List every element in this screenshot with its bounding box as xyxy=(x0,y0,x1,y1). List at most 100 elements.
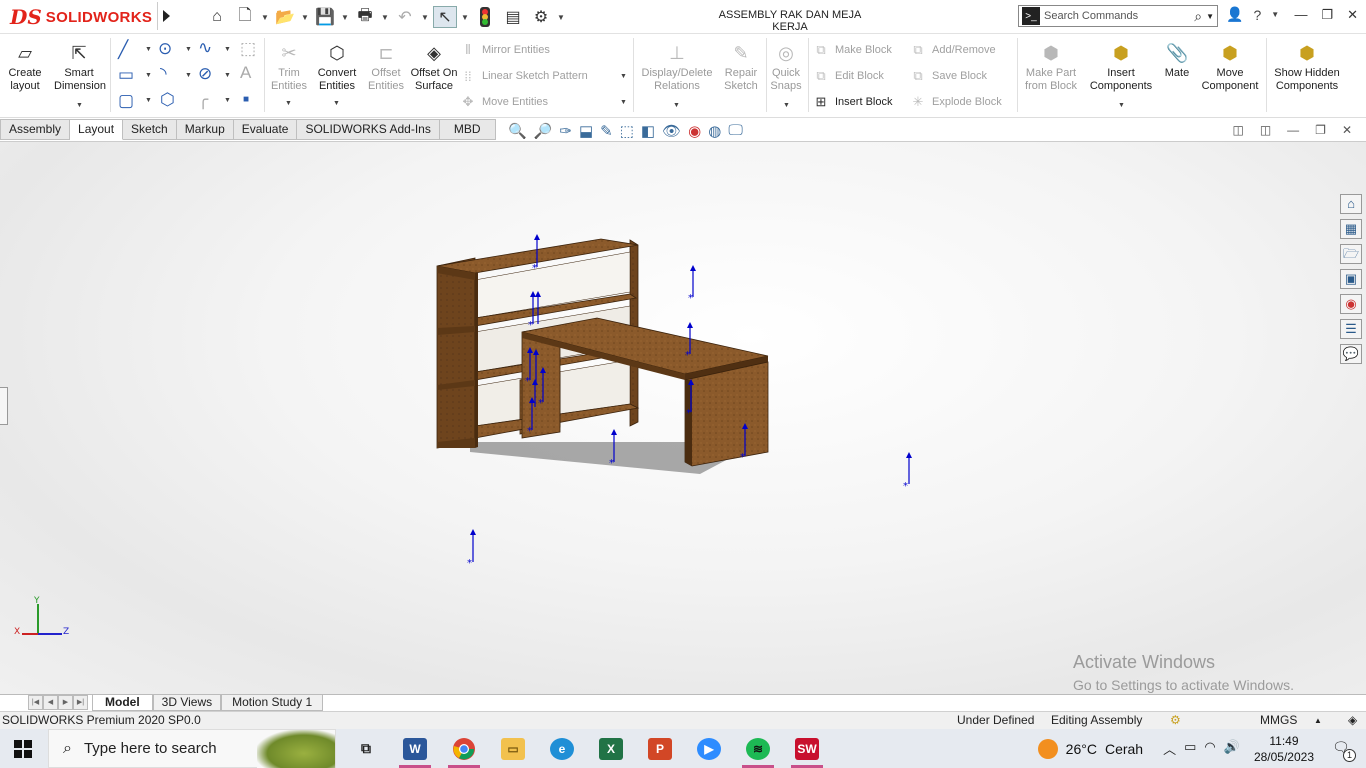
options-gear-icon[interactable]: ⚙ xyxy=(529,6,553,28)
print-icon[interactable]: 🖶 xyxy=(353,6,377,28)
quick-snaps-button[interactable]: ◎ Quick Snaps xyxy=(761,42,811,93)
chevron-down-icon[interactable]: ▼ xyxy=(145,72,152,79)
insert-components-button[interactable]: ⬢ Insert Components xyxy=(1086,42,1156,93)
zoom-app-icon[interactable]: ▶ xyxy=(689,733,729,764)
edit-block-button[interactable]: ⧉ Edit Block xyxy=(813,67,884,85)
weather-widget[interactable]: 26°C Cerah xyxy=(1037,738,1143,759)
chevron-down-icon[interactable]: ▼ xyxy=(145,97,152,104)
powerpoint-app-icon[interactable]: P xyxy=(640,733,680,764)
minimize-icon[interactable]: — xyxy=(1287,123,1299,137)
user-icon[interactable]: 👤 xyxy=(1226,6,1243,23)
line-icon[interactable]: ╱ xyxy=(118,40,128,60)
prev-tab-icon[interactable]: ◀ xyxy=(43,695,58,710)
apply-scene-icon[interactable]: ◍ xyxy=(708,122,721,140)
insert-block-button[interactable]: ⊞ Insert Block xyxy=(813,93,893,111)
chevron-down-icon[interactable]: ▼ xyxy=(185,46,192,53)
chevron-down-icon[interactable]: ▼ xyxy=(224,72,231,79)
rebuild-traffic-light-icon[interactable] xyxy=(473,6,497,28)
dynamic-annotation-icon[interactable]: ✎ xyxy=(600,122,613,140)
minimize-icon[interactable]: — xyxy=(1294,7,1307,23)
file-explorer-icon[interactable]: 🗁 xyxy=(1340,244,1362,264)
new-document-icon[interactable]: 🗋 xyxy=(233,6,257,28)
display-delete-relations-button[interactable]: ⊥ Display/Delete Relations xyxy=(638,42,716,93)
close-icon[interactable]: ✕ xyxy=(1342,123,1352,137)
linear-sketch-pattern-button[interactable]: ⁞⁞ Linear Sketch Pattern xyxy=(460,67,587,85)
forum-icon[interactable]: 💬 xyxy=(1340,344,1362,364)
task-view-icon[interactable]: ⧉ xyxy=(346,733,386,764)
chevron-down-icon[interactable]: ▼ xyxy=(1206,12,1214,21)
search-icon[interactable]: ⌕ xyxy=(1194,8,1202,25)
chevron-down-icon[interactable]: ▼ xyxy=(620,99,627,106)
circle-icon[interactable]: ⊙ xyxy=(158,39,172,59)
zoom-to-fit-icon[interactable]: 🔍 xyxy=(508,122,527,140)
first-tab-icon[interactable]: |◀ xyxy=(28,695,43,710)
ellipse-icon[interactable]: ⊘ xyxy=(198,64,212,84)
display-style-icon[interactable]: ◧ xyxy=(641,122,655,140)
view-settings-icon[interactable]: 🖵 xyxy=(728,122,742,140)
rebuild-status-icon[interactable]: ⚙ xyxy=(1170,713,1181,727)
chevron-up-icon[interactable]: ▲ xyxy=(1314,716,1322,725)
explode-block-button[interactable]: ✳ Explode Block xyxy=(910,93,1002,111)
mate-button[interactable]: 📎 Mate xyxy=(1152,42,1202,80)
system-clock[interactable]: 11:49 28/05/2023 xyxy=(1254,733,1314,765)
view-orientation-icon[interactable]: ⬚ xyxy=(620,122,634,140)
chevron-down-icon[interactable]: ▼ xyxy=(1118,102,1125,109)
chevron-down-icon[interactable]: ▼ xyxy=(185,72,192,79)
make-part-from-block-button[interactable]: ⬢ Make Part from Block xyxy=(1020,42,1082,93)
help-icon[interactable]: ? xyxy=(1253,7,1261,23)
chevron-down-icon[interactable]: ▼ xyxy=(620,73,627,80)
chrome-app-icon[interactable] xyxy=(444,733,484,768)
chevron-down-icon[interactable]: ▼ xyxy=(341,13,349,22)
repair-sketch-button[interactable]: ✎ Repair Sketch xyxy=(716,42,766,93)
chevron-up-icon[interactable]: ︿ xyxy=(1163,739,1176,758)
appearances-icon[interactable]: ◉ xyxy=(1340,294,1362,314)
move-entities-button[interactable]: ✥ Move Entities xyxy=(460,93,548,111)
save-block-button[interactable]: ⧉ Save Block xyxy=(910,67,987,85)
tab-evaluate[interactable]: Evaluate xyxy=(233,119,298,140)
trim-entities-button[interactable]: ✂ Trim Entities xyxy=(264,42,314,93)
wifi-icon[interactable]: ◠ xyxy=(1204,739,1215,758)
home-icon[interactable]: ⌂ xyxy=(205,6,229,28)
offset-entities-button[interactable]: ⊏ Offset Entities xyxy=(361,42,411,93)
chevron-down-icon[interactable]: ▼ xyxy=(381,13,389,22)
file-properties-icon[interactable]: ▤ xyxy=(501,6,525,28)
edit-appearance-icon[interactable]: ◉ xyxy=(688,122,701,140)
taskbar-search-box[interactable]: ⌕ Type here to search xyxy=(48,729,336,768)
tab-3d-views[interactable]: 3D Views xyxy=(152,695,222,711)
tab-solidworks-addins[interactable]: SOLIDWORKS Add-Ins xyxy=(297,119,440,140)
quick-tips-icon[interactable]: ◈ xyxy=(1348,713,1357,727)
tab-motion-study[interactable]: Motion Study 1 xyxy=(221,695,324,711)
chevron-down-icon[interactable]: ▼ xyxy=(145,46,152,53)
last-tab-icon[interactable]: ▶| xyxy=(73,695,88,710)
solidworks-resources-icon[interactable]: ⌂ xyxy=(1340,194,1362,214)
chevron-down-icon[interactable]: ▼ xyxy=(421,13,429,22)
construction-grid-icon[interactable]: ⬚ xyxy=(240,39,256,59)
menu-expand-arrow-icon[interactable] xyxy=(157,2,175,30)
notification-center-icon[interactable]: 🗨 1 xyxy=(1332,739,1356,762)
chevron-down-icon[interactable]: ▼ xyxy=(783,102,790,109)
spotify-app-icon[interactable]: ≋ xyxy=(738,733,778,768)
feature-manager-collapse-tab[interactable] xyxy=(0,387,8,425)
zoom-to-area-icon[interactable]: 🔎 xyxy=(534,122,553,140)
word-app-icon[interactable]: W xyxy=(395,733,435,768)
mirror-entities-button[interactable]: ⫴ Mirror Entities xyxy=(460,41,550,59)
undo-icon[interactable]: ↶ xyxy=(393,6,417,28)
solidworks-logo[interactable]: DS SOLIDWORKS xyxy=(10,4,160,30)
tile-left-icon[interactable]: ◫ xyxy=(1232,123,1243,137)
create-layout-button[interactable]: ▱ Create layout xyxy=(0,42,50,93)
spline-icon[interactable]: ∿ xyxy=(198,38,212,58)
tile-right-icon[interactable]: ◫ xyxy=(1260,123,1271,137)
chevron-down-icon[interactable]: ▼ xyxy=(224,46,231,53)
solidworks-app-icon[interactable]: SW xyxy=(787,733,827,768)
tab-mbd[interactable]: MBD xyxy=(439,119,496,140)
move-component-button[interactable]: ⬢ Move Component xyxy=(1198,42,1262,93)
windows-start-icon[interactable] xyxy=(14,740,32,758)
design-library-icon[interactable]: ▦ xyxy=(1340,219,1362,239)
hide-show-items-icon[interactable]: 👁 xyxy=(662,122,681,140)
status-units[interactable]: MMGS xyxy=(1260,713,1297,727)
chevron-down-icon[interactable]: ▼ xyxy=(301,13,309,22)
slot-icon[interactable]: ▢ xyxy=(118,91,134,111)
volume-icon[interactable]: 🔊 xyxy=(1224,739,1240,758)
chevron-down-icon[interactable]: ▼ xyxy=(461,13,469,22)
view-palette-icon[interactable]: ▣ xyxy=(1340,269,1362,289)
